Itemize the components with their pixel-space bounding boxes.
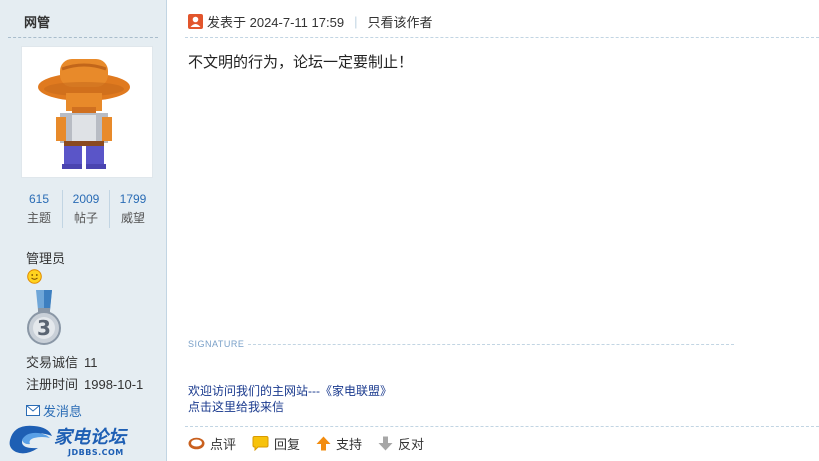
register-row: 注册时间 1998-10-1 [26,374,143,393]
level-medal-icon: 3 [27,290,61,345]
forum-logo: 家电论坛 JDBBS.COM [8,418,136,458]
signature-line [248,343,734,345]
post-time: 发表于 2024-7-11 17:59 [207,15,345,30]
footer-divider [185,426,819,427]
poster-icon [188,14,203,29]
register-value: 1998-10-1 [84,377,144,392]
credit-row: 交易诚信 11 [26,352,98,371]
thumb-up-arrow-icon [316,436,331,451]
forum-logo-icon: 家电论坛 JDBBS.COM [9,425,128,457]
signature-label: SIGNATURE [188,339,245,349]
stat-prestige[interactable]: 1799 威望 [109,190,156,228]
user-group[interactable]: 管理员 [26,248,65,267]
svg-text:3: 3 [37,316,51,340]
mail-me-link[interactable]: 点击这里给我来信 [188,399,392,415]
credit-label: 交易诚信 [26,355,79,370]
down-arrow-icon [378,436,393,451]
post-main: 发表于 2024-7-11 17:59 | 只看该作者 不文明的行为，论坛一定要… [167,0,819,461]
support-label: 支持 [336,437,363,452]
signature: 欢迎访问我们的主网站---《家电联盟》 点击这里给我来信 [188,383,392,415]
stat-label: 威望 [120,211,145,225]
signature-divider: SIGNATURE [188,339,734,349]
logo-text: 家电论坛 [54,427,128,448]
logo-site: JDBBS.COM [67,448,124,457]
comment-icon [188,437,205,450]
reply-bubble-icon [252,436,269,451]
stat-value[interactable]: 2009 [63,190,109,209]
post-header: 发表于 2024-7-11 17:59 | 只看该作者 [188,12,432,31]
oppose-button[interactable]: 反对 [378,434,424,453]
stat-label: 主题 [26,211,51,225]
only-author-link[interactable]: 只看该作者 [367,12,432,31]
avatar[interactable] [22,47,152,177]
envelope-icon [26,405,40,416]
smile-icon [27,269,42,284]
stat-label: 帖子 [73,211,98,225]
post-content: 不文明的行为，论坛一定要制止！ [188,54,414,71]
author-name[interactable]: 网管 [24,12,50,31]
header-divider [185,37,819,38]
reply-label: 回复 [274,437,301,452]
post-actions: 点评 回复 支持 反对 [188,434,440,453]
main-site-link[interactable]: 欢迎访问我们的主网站---《家电联盟》 [188,383,392,399]
avatar-cowboy-icon [38,59,130,169]
stat-value[interactable]: 1799 [110,190,156,209]
support-button[interactable]: 支持 [316,434,362,453]
comment-label: 点评 [210,437,237,452]
author-stats: 615 主题 2009 帖子 1799 威望 [16,190,156,228]
credit-value: 11 [84,355,98,370]
reply-button[interactable]: 回复 [252,434,300,453]
author-sidebar: 网管 615 主题 2009 帖子 1799 威望 管理员 3 交易诚信 11 … [0,0,167,461]
stat-posts[interactable]: 2009 帖子 [62,190,109,228]
register-label: 注册时间 [26,377,79,392]
stat-value[interactable]: 615 [16,190,62,209]
stat-topics[interactable]: 615 主题 [16,190,62,228]
header-separator: | [354,14,358,29]
oppose-label: 反对 [398,437,425,452]
comment-button[interactable]: 点评 [188,434,236,453]
divider [8,37,158,38]
